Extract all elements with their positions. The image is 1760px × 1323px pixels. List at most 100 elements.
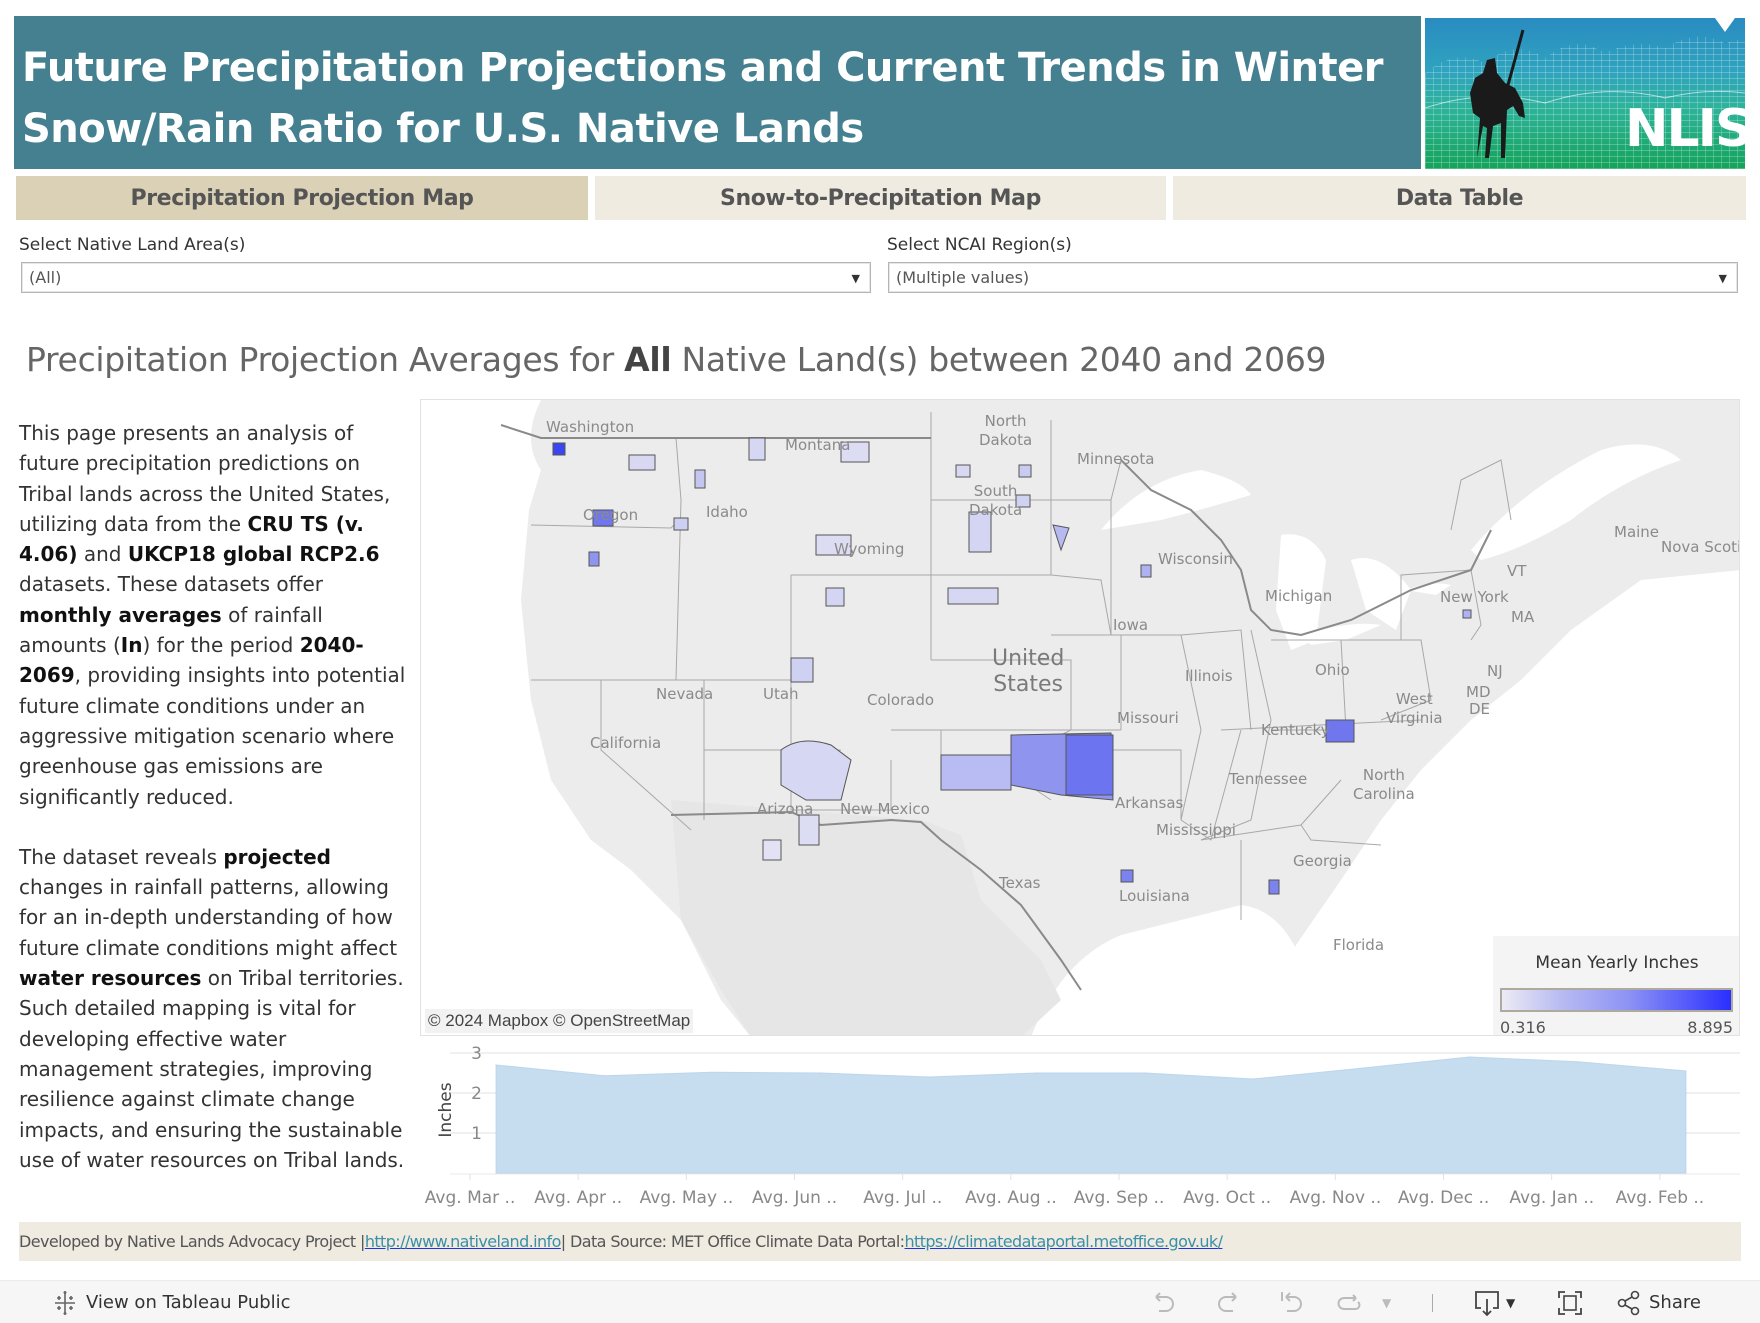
metoffice-link[interactable]: https://climatedataportal.metoffice.gov.… — [904, 1232, 1223, 1251]
monthly-precipitation-chart[interactable]: 1 2 3 Inches Avg. Mar .. Avg. Apr .. Avg. May … — [420, 1040, 1740, 1215]
ncai-region-filter-label: Select NCAI Region(s) — [887, 235, 1072, 255]
navigation-tabs: Precipitation Projection Map Snow-to-Pre… — [16, 176, 1746, 220]
tribal-area[interactable] — [1018, 464, 1032, 478]
legend-title: Mean Yearly Inches — [1535, 953, 1699, 973]
tribal-area-oklahoma-west[interactable] — [940, 754, 1012, 791]
share-button[interactable]: Share — [1615, 1281, 1701, 1323]
tribal-area[interactable] — [1052, 524, 1070, 552]
x-tick-label: Avg. Sep .. — [1074, 1188, 1165, 1208]
area-series — [495, 1056, 1687, 1174]
native-land-filter-label: Select Native Land Area(s) — [19, 235, 246, 255]
map-label-iowa: Iowa — [1113, 616, 1149, 634]
dashboard-header: Future Precipitation Projections and Cur… — [14, 16, 1421, 169]
description-emphasis: In — [120, 633, 143, 658]
tribal-area[interactable] — [790, 657, 814, 683]
map-label-de: DE — [1469, 700, 1491, 718]
data-point-11 — [1684, 1069, 1688, 1073]
tab-precipitation-projection-map[interactable]: Precipitation Projection Map — [16, 176, 588, 220]
redo-button[interactable] — [1214, 1281, 1242, 1323]
data-point-1 — [602, 1074, 606, 1078]
description-paragraph-2: The dataset reveals projected changes in… — [19, 842, 414, 1175]
map-label-texas: Texas — [999, 874, 1041, 892]
legend-gradient-bar — [1500, 988, 1733, 1012]
tribal-area[interactable] — [762, 839, 782, 861]
data-point-6 — [1143, 1071, 1147, 1075]
refresh-button[interactable] — [1336, 1281, 1364, 1323]
tribal-area[interactable] — [628, 454, 656, 471]
nativeland-link[interactable]: http://www.nativeland.info — [365, 1232, 562, 1251]
refresh-dropdown[interactable]: ▼ — [1382, 1281, 1391, 1323]
map-label-vt: VT — [1507, 562, 1527, 580]
view-on-tableau-public-button[interactable]: View on Tableau Public — [52, 1281, 291, 1323]
tribal-area[interactable] — [955, 464, 971, 478]
lake-superior — [1101, 470, 1251, 530]
x-tick-label: Avg. May .. — [640, 1188, 734, 1208]
description-text: This page presents an analysis of future… — [19, 418, 414, 1205]
map-label-washington: Washington — [546, 418, 635, 436]
map-label-kentucky: Kentucky — [1261, 721, 1330, 739]
color-legend: Mean Yearly Inches 0.316 8.895 — [1493, 936, 1739, 1036]
description-emphasis: UKCP18 global RCP2.6 — [127, 542, 380, 567]
map-label-ma: MA — [1511, 608, 1535, 626]
tab-data-table[interactable]: Data Table — [1173, 176, 1746, 220]
tribal-area[interactable] — [1462, 609, 1472, 619]
chevron-down-icon: ▼ — [851, 272, 860, 285]
description-text-run: , providing insights into potential futu… — [19, 663, 406, 809]
revert-button[interactable] — [1278, 1281, 1306, 1323]
data-point-4 — [927, 1075, 931, 1079]
description-text-run: ) for the period — [142, 633, 300, 658]
tribal-area[interactable] — [673, 517, 689, 531]
description-text-run: The dataset reveals — [19, 844, 224, 869]
tribal-area[interactable] — [1325, 719, 1355, 743]
download-button[interactable]: ▼ — [1472, 1281, 1515, 1323]
data-point-5 — [1035, 1071, 1039, 1075]
map-label-utah: Utah — [763, 685, 799, 703]
x-tick-label: Avg. Feb .. — [1616, 1188, 1705, 1208]
description-emphasis: projected — [223, 844, 331, 869]
chart-canvas: 1 2 3 Inches Avg. Mar .. Avg. Apr .. Avg. May … — [425, 1044, 1740, 1208]
tribal-area[interactable] — [1268, 879, 1280, 895]
view-subtitle: Precipitation Projection Averages for Al… — [26, 340, 1327, 379]
tribal-area[interactable] — [694, 469, 706, 489]
tableau-toolbar: View on Tableau Public ▼ ▼ Share — [0, 1280, 1760, 1323]
y-tick-label: 2 — [471, 1084, 482, 1104]
data-point-2 — [710, 1070, 714, 1074]
native-land-select[interactable]: (All) ▼ — [21, 262, 871, 293]
map-label-nj: NJ — [1487, 662, 1503, 680]
tribal-area-oklahoma-east[interactable] — [1065, 734, 1114, 796]
tribal-area[interactable] — [552, 442, 566, 456]
map-label-wyoming: Wyoming — [834, 540, 905, 558]
map-label-florida: Florida — [1333, 936, 1385, 954]
tribal-area[interactable] — [588, 551, 600, 567]
ncai-region-select[interactable]: (Multiple values) ▼ — [888, 262, 1738, 293]
chevron-down-icon: ▼ — [1382, 1295, 1392, 1310]
precipitation-map[interactable]: Washington Oregon Idaho Montana North Da… — [420, 399, 1740, 1036]
tribal-area[interactable] — [1120, 869, 1134, 883]
tab-snow-to-precipitation-map[interactable]: Snow-to-Precipitation Map — [595, 176, 1166, 220]
map-label-south-dakota: South Dakota — [969, 482, 1023, 519]
x-tick-label: Avg. Nov .. — [1290, 1188, 1382, 1208]
undo-button[interactable] — [1150, 1281, 1178, 1323]
tribal-area[interactable] — [798, 814, 820, 846]
fullscreen-button[interactable] — [1555, 1281, 1585, 1323]
tribal-area[interactable] — [748, 437, 766, 461]
map-label-maine: Maine — [1614, 523, 1660, 541]
legend-min-value: 0.316 — [1500, 1018, 1546, 1036]
tribal-area[interactable] — [947, 587, 999, 605]
mexico-land — [671, 800, 1061, 1035]
data-point-0 — [494, 1063, 498, 1067]
tribal-area[interactable] — [825, 587, 845, 607]
map-label-arizona: Arizona — [757, 800, 814, 818]
map-attribution[interactable]: © 2024 Mapbox © OpenStreetMap — [425, 1009, 694, 1033]
map-label-nova-scotia: Nova Scoti — [1661, 538, 1740, 556]
map-label-ohio: Ohio — [1315, 661, 1350, 679]
tribal-area[interactable] — [1140, 564, 1152, 578]
rider-on-horse-logo-icon: NLIS — [1425, 18, 1745, 169]
view-on-tableau-label: View on Tableau Public — [86, 1292, 291, 1313]
map-label-nevada: Nevada — [656, 685, 714, 703]
redo-icon — [1218, 1291, 1237, 1312]
map-label-missouri: Missouri — [1117, 709, 1179, 727]
subtitle-selection: All — [624, 340, 672, 379]
svg-text:NLIS: NLIS — [1625, 99, 1745, 159]
description-text-run: changes in rainfall patterns, allowing f… — [19, 875, 398, 960]
